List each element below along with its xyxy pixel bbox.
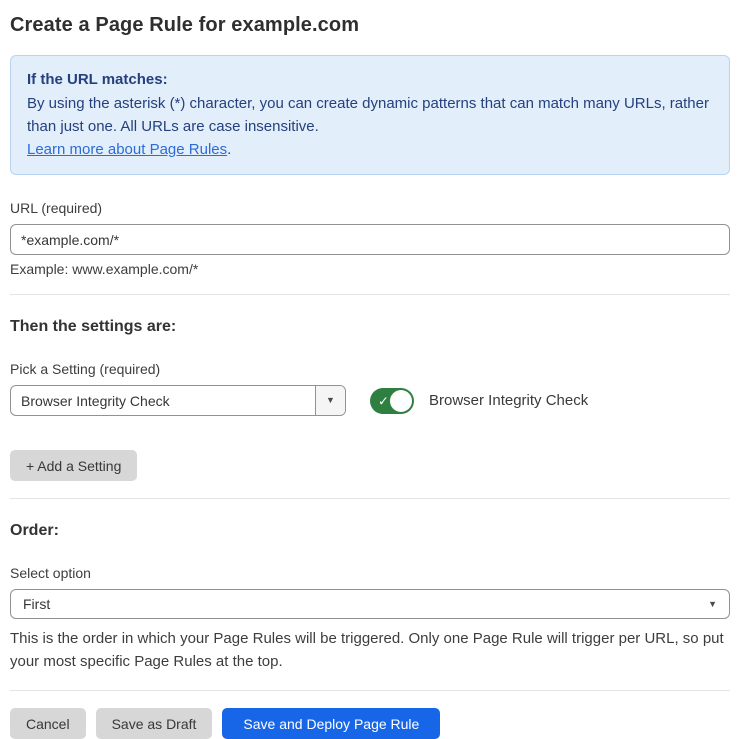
footer-actions: Cancel Save as Draft Save and Deploy Pag…	[10, 708, 730, 739]
order-section-heading: Order:	[10, 522, 730, 540]
toggle-knob	[390, 390, 412, 412]
settings-section-heading: Then the settings are:	[10, 318, 730, 336]
order-select-value: First	[23, 596, 50, 612]
info-box-link-line: Learn more about Page Rules.	[27, 138, 713, 161]
learn-more-link[interactable]: Learn more about Page Rules	[27, 141, 227, 158]
create-page-rule-form: Create a Page Rule for example.com If th…	[0, 0, 750, 739]
url-match-info-box: If the URL matches: By using the asteris…	[10, 55, 730, 175]
toggle-label: Browser Integrity Check	[429, 392, 588, 409]
add-setting-button[interactable]: + Add a Setting	[10, 450, 137, 481]
check-icon: ✓	[378, 394, 389, 407]
url-example-hint: Example: www.example.com/*	[10, 261, 730, 277]
page-title: Create a Page Rule for example.com	[10, 14, 730, 37]
pick-setting-label: Pick a Setting (required)	[10, 361, 730, 377]
order-help-text: This is the order in which your Page Rul…	[10, 627, 730, 673]
cancel-button[interactable]: Cancel	[10, 708, 86, 739]
order-select[interactable]: First ▼	[10, 589, 730, 619]
divider	[10, 294, 730, 295]
setting-select-value: Browser Integrity Check	[11, 386, 315, 415]
info-box-body: By using the asterisk (*) character, you…	[27, 92, 713, 138]
url-field-label: URL (required)	[10, 200, 730, 216]
save-and-deploy-button[interactable]: Save and Deploy Page Rule	[222, 708, 440, 739]
chevron-down-icon: ▼	[708, 600, 717, 609]
order-select-label: Select option	[10, 565, 730, 581]
setting-select[interactable]: Browser Integrity Check ▼	[10, 385, 346, 416]
url-input[interactable]	[10, 224, 730, 255]
setting-row: Browser Integrity Check ▼ ✓ Browser Inte…	[10, 385, 730, 416]
setting-select-arrow-button[interactable]: ▼	[315, 386, 345, 415]
divider	[10, 690, 730, 691]
divider	[10, 498, 730, 499]
link-suffix: .	[227, 141, 231, 158]
save-as-draft-button[interactable]: Save as Draft	[96, 708, 213, 739]
info-box-heading: If the URL matches:	[27, 68, 713, 91]
browser-integrity-check-toggle[interactable]: ✓	[370, 388, 414, 414]
chevron-down-icon: ▼	[326, 396, 335, 405]
